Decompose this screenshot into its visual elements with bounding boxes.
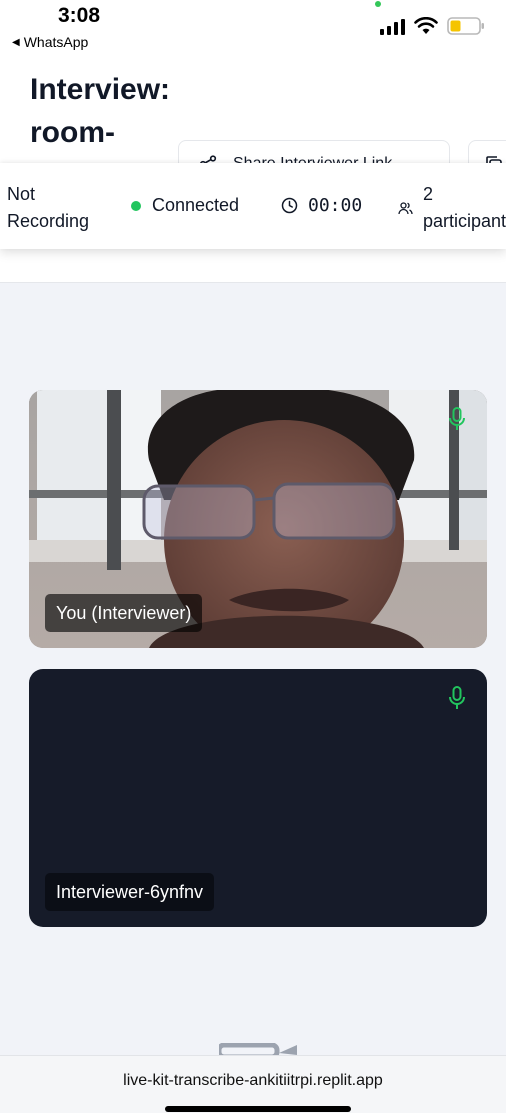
participant-name-label: Interviewer-6ynfnv — [45, 873, 215, 911]
ios-status-bar: 3:08 ◀ WhatsApp — [0, 0, 506, 56]
participants-text: 2 participants — [423, 181, 506, 235]
participants-number: 2 — [423, 184, 434, 204]
page-title: Interview: room- — [30, 73, 171, 149]
connected-dot-icon — [131, 200, 141, 211]
back-app-label: WhatsApp — [23, 34, 89, 50]
local-video-tile[interactable]: You (Interviewer) — [29, 390, 487, 648]
url-text: live-kit-transcribe-ankitiitrpi.replit.a… — [123, 1072, 383, 1089]
call-timer: 00:00 — [281, 195, 362, 216]
video-camera-icon[interactable] — [219, 1043, 299, 1055]
wifi-icon — [414, 17, 438, 34]
connection-status: Connected — [131, 195, 239, 216]
clock-icon — [281, 197, 298, 214]
call-status-bar: Not Recording Connected 00:00 2 particip… — [0, 163, 506, 249]
cellular-signal-icon — [380, 19, 405, 35]
participants-label: participants — [423, 211, 506, 231]
browser-url-bar[interactable]: live-kit-transcribe-ankitiitrpi.replit.a… — [0, 1055, 506, 1113]
home-indicator[interactable] — [165, 1106, 351, 1112]
mic-icon — [449, 407, 465, 430]
timer-value: 00:00 — [308, 195, 363, 216]
clock-time: 3:08 — [58, 4, 101, 27]
recording-status: Not Recording — [7, 184, 90, 231]
participants-count: 2 participants — [398, 181, 506, 235]
mic-icon — [449, 686, 465, 709]
camera-in-use-indicator — [375, 1, 381, 7]
battery-icon — [447, 17, 484, 35]
back-arrow-icon: ◀ — [12, 36, 20, 48]
participant-name-label: You (Interviewer) — [45, 594, 203, 632]
remote-video-tile[interactable]: Interviewer-6ynfnv — [29, 669, 487, 927]
users-icon — [398, 201, 413, 214]
connection-label: Connected — [152, 195, 240, 215]
back-to-app-link[interactable]: ◀ WhatsApp — [12, 34, 88, 50]
